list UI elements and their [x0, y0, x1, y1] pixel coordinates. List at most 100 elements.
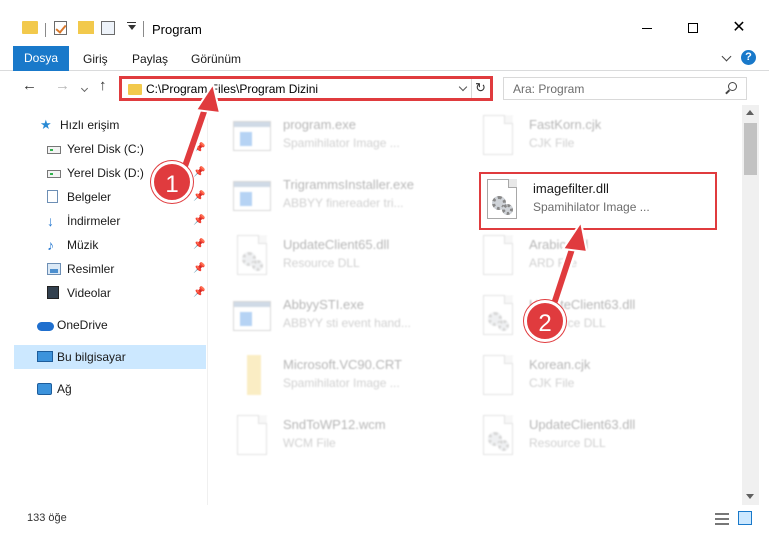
file-name: UpdateClient65.dll [283, 237, 390, 252]
maximize-icon [688, 23, 698, 33]
properties-check-icon[interactable] [54, 21, 67, 35]
file-icon [483, 235, 513, 275]
pin-icon[interactable]: 📌 [193, 263, 205, 274]
customize-line-icon [127, 22, 136, 23]
scrollbar-thumb[interactable] [744, 123, 757, 175]
file-type: WCM File [283, 436, 336, 450]
sidebar-item-label: Videolar [67, 286, 111, 300]
step-2-badge: 2 [524, 300, 566, 342]
quick-access-separator [45, 23, 46, 37]
file-name: SndToWP12.wcm [283, 417, 386, 432]
file-name: Microsoft.VC90.CRT [283, 357, 402, 372]
pin-icon[interactable]: 📌 [193, 167, 205, 178]
vertical-scrollbar[interactable] [742, 105, 759, 505]
application-icon [233, 301, 271, 331]
list-item[interactable]: UpdateClient63.dll Resource DLL [479, 289, 724, 345]
navigation-bar: ← → ↑ C:\Program Files\Program Dizini ↻ … [0, 71, 769, 105]
close-icon: ✕ [732, 19, 746, 36]
file-icon [483, 355, 513, 395]
sidebar-item-label: Yerel Disk (C:) [67, 142, 144, 156]
dll-file-icon [237, 235, 267, 275]
network-icon [37, 383, 52, 395]
up-button[interactable]: ↑ [99, 77, 107, 94]
minimize-icon [642, 27, 652, 29]
window-title: Program [152, 22, 202, 37]
details-view-icon[interactable] [715, 513, 729, 525]
address-bar[interactable]: C:\Program Files\Program Dizini ↻ [119, 76, 493, 101]
customize-toolbar-dropdown-icon[interactable] [128, 25, 136, 30]
item-count: 133 öğe [27, 512, 67, 524]
sidebar-item-label: Bu bilgisayar [57, 350, 126, 364]
pin-icon[interactable]: 📌 [193, 143, 205, 154]
forward-button[interactable]: → [55, 77, 70, 94]
sidebar-item-label: Belgeler [67, 190, 112, 204]
address-path[interactable]: C:\Program Files\Program Dizini [146, 82, 318, 96]
cloud-icon [37, 322, 54, 331]
file-type: CJK File [529, 136, 575, 150]
list-item[interactable]: UpdateClient63.dll Resource DLL [479, 409, 724, 465]
step-1-badge: 1 [151, 161, 193, 203]
scroll-up-arrow-icon[interactable] [746, 110, 754, 115]
tab-home[interactable]: Giriş [75, 47, 116, 71]
sidebar-item-label: Resimler [67, 262, 115, 276]
sidebar-item-label: Hızlı erişim [60, 118, 120, 132]
downloads-icon: ↓ [47, 213, 54, 229]
search-icon[interactable] [728, 82, 737, 91]
file-type: CJK File [529, 376, 575, 390]
file-type: Spamihilator Image ... [283, 376, 400, 390]
file-type: Spamihilator Image ... [283, 136, 400, 150]
address-dropdown-chevron-icon[interactable] [458, 82, 468, 92]
search-input[interactable]: Ara: Program [503, 77, 747, 100]
file-list: program.exe Spamihilator Image ... Trigr… [209, 105, 742, 505]
application-icon [233, 121, 271, 151]
minimize-button[interactable] [624, 12, 670, 44]
scroll-down-arrow-icon[interactable] [746, 494, 754, 499]
sidebar-item-label: Müzik [67, 238, 99, 252]
list-item[interactable]: Korean.cjk CJK File [479, 349, 724, 405]
pin-icon[interactable]: 📌 [193, 287, 205, 298]
music-icon: ♪ [47, 237, 54, 253]
list-item[interactable]: Arabic.ard ARD File [479, 229, 724, 285]
list-item[interactable]: SndToWP12.wcm WCM File [233, 409, 478, 465]
folder-icon [247, 355, 261, 395]
imagefilter-highlight-box [479, 172, 717, 230]
close-button[interactable]: ✕ [716, 12, 762, 44]
file-icon [237, 415, 267, 455]
list-item[interactable]: Microsoft.VC90.CRT Spamihilator Image ..… [233, 349, 478, 405]
pin-icon[interactable]: 📌 [193, 239, 205, 250]
pin-icon[interactable]: 📌 [193, 191, 205, 202]
pictures-icon [47, 263, 61, 275]
list-item[interactable]: FastKorn.cjk CJK File [479, 109, 724, 165]
file-name: program.exe [283, 117, 356, 132]
expand-ribbon-chevron-icon[interactable] [721, 51, 732, 62]
dll-file-icon [483, 415, 513, 455]
search-placeholder: Ara: Program [513, 82, 585, 96]
ribbon: Dosya Giriş Paylaş Görünüm ? [0, 44, 769, 71]
list-item[interactable]: program.exe Spamihilator Image ... [233, 109, 478, 165]
large-icons-view-icon[interactable] [738, 511, 752, 525]
properties-icon[interactable] [101, 21, 115, 35]
list-item[interactable]: UpdateClient65.dll Resource DLL [233, 229, 478, 285]
computer-icon [37, 351, 53, 362]
file-name: Arabic.ard [529, 237, 589, 252]
maximize-button[interactable] [670, 12, 716, 44]
refresh-button[interactable]: ↻ [475, 80, 486, 96]
pin-icon[interactable]: 📌 [193, 215, 205, 226]
documents-icon [47, 190, 58, 203]
sidebar-item-label: Ağ [57, 382, 72, 396]
back-button[interactable]: ← [22, 77, 37, 94]
sidebar-item-label: Yerel Disk (D:) [67, 166, 144, 180]
file-type: ABBYY finereader tri... [283, 196, 404, 210]
folder-icon [128, 84, 142, 95]
file-name: AbbyySTI.exe [283, 297, 364, 312]
recent-locations-chevron-icon[interactable] [80, 84, 89, 93]
application-icon [233, 181, 271, 211]
tab-share[interactable]: Paylaş [124, 47, 176, 71]
new-folder-icon[interactable] [78, 21, 94, 34]
tab-file[interactable]: Dosya [13, 46, 69, 71]
tab-view[interactable]: Görünüm [183, 47, 249, 71]
list-item[interactable]: TrigrammsInstaller.exe ABBYY finereader … [233, 169, 478, 225]
address-separator [471, 79, 472, 98]
list-item[interactable]: AbbyySTI.exe ABBYY sti event hand... [233, 289, 478, 345]
help-icon[interactable]: ? [741, 50, 756, 65]
